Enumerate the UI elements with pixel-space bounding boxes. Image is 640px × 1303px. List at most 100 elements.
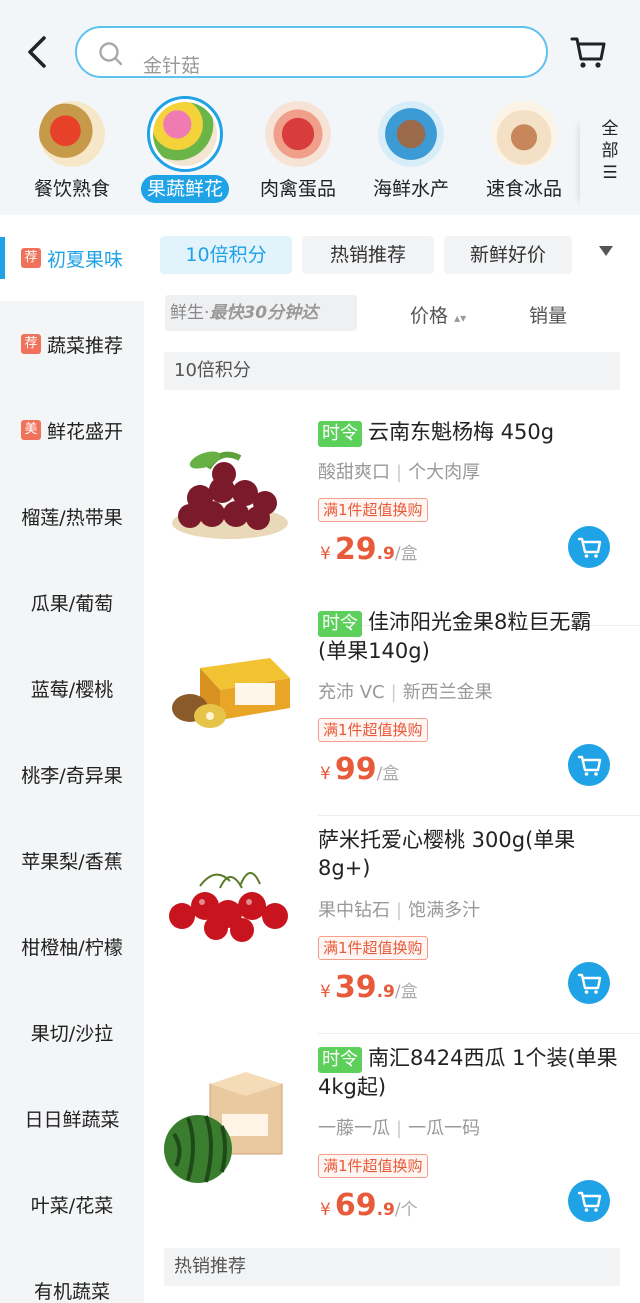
currency-symbol: ¥: [320, 544, 331, 564]
filter-chips: 10倍积分 热销推荐 新鲜好价: [160, 236, 640, 276]
sidebar-item-flowers[interactable]: 美 鲜花盛开: [0, 387, 144, 473]
product-tag: 新西兰金果: [402, 682, 493, 703]
sort-price-button[interactable]: 价格 ▴▾: [410, 301, 466, 328]
promo-badge: 满1件超值换购: [318, 718, 428, 742]
section-header: 10倍积分: [164, 352, 620, 390]
cart-icon[interactable]: [568, 32, 608, 72]
category-label: 速食冰品: [485, 178, 562, 200]
category-frozen[interactable]: 速食冰品: [469, 95, 579, 205]
sidebar-item-label: 鲜花盛开: [46, 420, 123, 443]
sidebar-item-label: 日日鲜蔬菜: [24, 1108, 120, 1131]
product-card[interactable]: 时令 云南东魁杨梅 450g 酸甜爽口 | 个大肉厚 满1件超值换购 ¥29.9/盒: [160, 408, 640, 626]
sidebar-item-vegetables[interactable]: 荐 蔬菜推荐: [0, 301, 144, 387]
category-prepared-food[interactable]: 餐饮熟食: [17, 95, 127, 205]
chip-fresh-deals[interactable]: 新鲜好价: [444, 236, 572, 274]
sidebar-item-berries[interactable]: 蓝莓/樱桃: [0, 645, 144, 731]
recommend-tag: 荐: [20, 334, 41, 354]
kiwifruit-image: [172, 658, 290, 728]
product-name: 南汇8424西瓜 1个装(单果4kg起): [318, 1046, 618, 1099]
sidebar-item-apple-banana[interactable]: 苹果梨/香蕉: [0, 817, 144, 903]
recommend-tag: 荐: [20, 248, 41, 268]
product-title: 时令 佳沛阳光金果8粒巨无霸(单果140g): [318, 608, 618, 665]
product-tag: 果中钻石: [318, 900, 390, 921]
sidebar-item-organic-veg[interactable]: 有机蔬菜: [0, 1247, 144, 1303]
sort-bar: 鲜生·最快30分钟达 价格 ▴▾ 销量: [165, 295, 620, 333]
search-bar[interactable]: [75, 26, 548, 78]
back-arrow-icon[interactable]: [18, 30, 58, 74]
sort-arrows-icon: ▴▾: [454, 311, 467, 325]
category-seafood[interactable]: 海鲜水产: [356, 95, 466, 205]
beauty-tag: 美: [20, 420, 41, 440]
sidebar-item-label: 叶菜/花菜: [30, 1194, 114, 1217]
section-header: 热销推荐: [164, 1248, 620, 1286]
sidebar-item-peach-kiwi[interactable]: 桃李/奇异果: [0, 731, 144, 817]
price-unit: /盒: [376, 764, 400, 784]
category-fruit-veg[interactable]: 果蔬鲜花: [130, 95, 240, 205]
product-card[interactable]: 萨米托爱心樱桃 300g(单果8g+) 果中钻石 | 饱满多汁 满1件超值换购 ¥3…: [160, 816, 640, 1034]
bayberry-image: [172, 451, 288, 539]
all-categories-label: 部: [601, 141, 619, 161]
price-integer: 39: [334, 970, 377, 1005]
sidebar-item-label: 有机蔬菜: [33, 1280, 110, 1303]
sidebar-item-label: 桃李/奇异果: [21, 764, 123, 787]
product-name: 萨米托爱心樱桃 300g(单果8g+): [318, 828, 576, 880]
sidebar-item-label: 榴莲/热带果: [21, 506, 123, 529]
category-label: 餐饮熟食: [33, 178, 110, 200]
product-title: 时令 南汇8424西瓜 1个装(单果4kg起): [318, 1044, 618, 1101]
add-to-cart-button[interactable]: [568, 744, 610, 786]
product-tags: 一藤一瓜 | 一瓜一码: [318, 1118, 481, 1139]
product-price: ¥69.9/个: [320, 1188, 418, 1223]
sidebar-item-citrus[interactable]: 柑橙柚/柠檬: [0, 903, 144, 989]
all-categories-button[interactable]: 全 部 ☰: [580, 118, 640, 208]
all-categories-label: 全: [601, 119, 619, 139]
product-card[interactable]: 时令 佳沛阳光金果8粒巨无霸(单果140g) 充沛 VC | 新西兰金果 满1件超值换…: [160, 598, 640, 816]
menu-icon: ☰: [602, 163, 618, 183]
sidebar-item-durian[interactable]: 榴莲/热带果: [0, 473, 144, 559]
add-to-cart-button[interactable]: [568, 526, 610, 568]
sidebar-item-label: 苹果梨/香蕉: [21, 850, 123, 873]
product-tags: 充沛 VC | 新西兰金果: [318, 682, 493, 703]
price-unit: /个: [394, 1200, 418, 1220]
product-price: ¥29.9/盒: [320, 532, 418, 567]
sidebar-item-label: 果切/沙拉: [30, 1022, 114, 1045]
product-price: ¥99/盒: [320, 752, 399, 787]
sidebar-item-daily-veg[interactable]: 日日鲜蔬菜: [0, 1075, 144, 1161]
seasonal-badge: 时令: [318, 421, 362, 447]
sidebar-item-leafy-veg[interactable]: 叶菜/花菜: [0, 1161, 144, 1247]
chip-hot-recommend[interactable]: 热销推荐: [302, 236, 434, 274]
meat-icon: [265, 101, 331, 167]
cart-icon: [577, 537, 602, 558]
category-row: 餐饮熟食 果蔬鲜花 肉禽蛋品 海鲜水产 速食冰品: [0, 95, 580, 210]
sidebar-item-early-summer[interactable]: 荐 初夏果味: [0, 215, 144, 301]
fresh-label: 鲜生·: [170, 303, 210, 323]
chip-10x-points[interactable]: 10倍积分: [160, 236, 292, 274]
sidebar-item-label: 初夏果味: [46, 248, 123, 271]
cherry-image: [169, 872, 288, 942]
sidebar: 荐 初夏果味 荐 蔬菜推荐 美 鲜花盛开 榴莲/热带果 瓜果/葡萄 蓝莓/樱桃 …: [0, 215, 144, 1303]
product-card[interactable]: 时令 南汇8424西瓜 1个装(单果4kg起) 一藤一瓜 | 一瓜一码 满1件超值换购…: [160, 1034, 640, 1252]
search-input[interactable]: [143, 54, 523, 78]
product-tags: 酸甜爽口 | 个大肉厚: [318, 462, 481, 483]
fish-icon: [378, 101, 444, 167]
sidebar-item-label: 柑橙柚/柠檬: [21, 936, 123, 959]
promo-badge: 满1件超值换购: [318, 1154, 428, 1178]
category-meat-eggs[interactable]: 肉禽蛋品: [243, 95, 353, 205]
price-decimal: .9: [376, 1200, 395, 1220]
seasonal-badge: 时令: [318, 611, 362, 637]
sidebar-item-label: 蔬菜推荐: [46, 334, 123, 357]
sort-sales-button[interactable]: 销量: [529, 301, 567, 328]
promo-badge: 满1件超值换购: [318, 498, 428, 522]
sidebar-item-fruit-cut[interactable]: 果切/沙拉: [0, 989, 144, 1075]
product-tag: 酸甜爽口: [318, 462, 390, 483]
sidebar-item-melon[interactable]: 瓜果/葡萄: [0, 559, 144, 645]
currency-symbol: ¥: [320, 982, 331, 1002]
chevron-down-icon[interactable]: [596, 242, 616, 260]
add-to-cart-button[interactable]: [568, 962, 610, 1004]
add-to-cart-button[interactable]: [568, 1180, 610, 1222]
price-decimal: .9: [376, 982, 395, 1002]
fast-delivery-filter[interactable]: 鲜生·最快30分钟达: [165, 295, 357, 331]
category-label: 果蔬鲜花: [140, 175, 229, 203]
sidebar-item-label: 瓜果/葡萄: [30, 592, 114, 615]
seasonal-badge: 时令: [318, 1047, 362, 1073]
fruit-veg-icon: [147, 96, 223, 172]
